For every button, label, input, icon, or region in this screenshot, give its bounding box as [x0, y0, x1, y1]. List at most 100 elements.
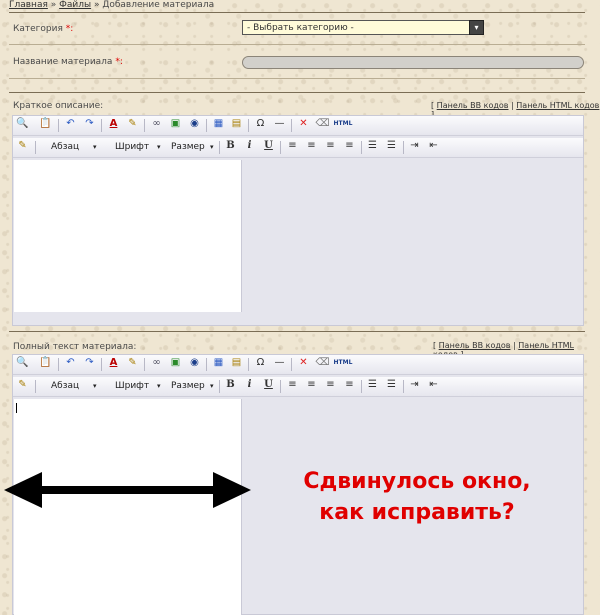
category-select[interactable]: - Выбрать категорию - [242, 20, 484, 35]
table-icon[interactable]: ▦ [211, 355, 226, 370]
title-label: Название материала *: [13, 57, 123, 67]
toolbar-separator [248, 358, 249, 371]
eraser-icon[interactable]: ⌫ [315, 355, 330, 370]
compass-icon[interactable]: ◉ [187, 116, 202, 131]
bulleted-list-icon[interactable]: ☰ [384, 138, 399, 153]
special-char-icon[interactable]: Ω [253, 116, 268, 131]
breadcrumb-files-link[interactable]: Файлы [59, 0, 91, 10]
underline-button[interactable]: U [261, 138, 276, 153]
undo-icon[interactable]: ↶ [63, 355, 78, 370]
italic-button[interactable]: i [242, 377, 257, 392]
arrow-head-left [4, 472, 42, 508]
title-input[interactable] [242, 56, 584, 69]
short-desc-label: Краткое описание: [13, 101, 104, 111]
eraser-icon[interactable]: ⌫ [315, 116, 330, 131]
align-center-icon[interactable]: ≡ [304, 377, 319, 392]
size-dropdown[interactable]: Размер ▾ [171, 380, 217, 393]
align-justify-icon[interactable]: ≡ [342, 377, 357, 392]
toolbar-separator [206, 119, 207, 132]
toolbar-separator [58, 119, 59, 132]
table-edit-icon[interactable]: ▤ [229, 116, 244, 131]
toolbar-separator [144, 119, 145, 132]
toolbar-separator [403, 141, 404, 154]
toolbar-separator [144, 358, 145, 371]
text-cursor [16, 403, 17, 413]
bulleted-list-icon[interactable]: ☰ [384, 377, 399, 392]
underline-button[interactable]: U [261, 377, 276, 392]
ordered-list-icon[interactable]: ☰ [365, 138, 380, 153]
annotation-text: Сдвинулось окно, как исправить? [303, 469, 531, 525]
table-edit-icon[interactable]: ▤ [229, 355, 244, 370]
link-icon[interactable]: ∞ [149, 116, 164, 131]
indent-icon[interactable]: ⇥ [407, 138, 422, 153]
divider [9, 78, 585, 79]
paste-icon[interactable]: 📋 [38, 116, 53, 131]
paste-word-icon[interactable]: ✎ [15, 138, 30, 153]
html-source-icon[interactable]: HTML [333, 116, 353, 131]
bold-button[interactable]: B [223, 377, 238, 392]
font-dropdown[interactable]: Шрифт ▾ [115, 380, 165, 393]
chevron-down-icon: ▾ [210, 143, 214, 151]
divider [9, 331, 585, 332]
align-center-icon[interactable]: ≡ [304, 138, 319, 153]
horizontal-rule-icon[interactable]: — [272, 116, 287, 131]
bold-button[interactable]: B [223, 138, 238, 153]
outdent-icon[interactable]: ⇤ [426, 377, 441, 392]
indent-icon[interactable]: ⇥ [407, 377, 422, 392]
remove-format-icon[interactable]: ✕ [296, 355, 311, 370]
align-justify-icon[interactable]: ≡ [342, 138, 357, 153]
toolbar-separator [403, 380, 404, 393]
redo-icon[interactable]: ↷ [82, 355, 97, 370]
highlight-icon[interactable]: ✎ [125, 355, 140, 370]
toolbar-separator [58, 358, 59, 371]
undo-icon[interactable]: ↶ [63, 116, 78, 131]
italic-button[interactable]: i [242, 138, 257, 153]
find-icon[interactable]: 🔍 [15, 355, 30, 370]
chevron-down-icon: ▾ [93, 382, 97, 390]
text-color-icon[interactable]: A [106, 116, 121, 131]
outdent-icon[interactable]: ⇤ [426, 138, 441, 153]
text-color-icon[interactable]: A [106, 355, 121, 370]
toolbar-separator [35, 380, 36, 393]
double-arrow-icon [4, 472, 251, 508]
bb-panel-link[interactable]: Панель BB кодов [437, 101, 509, 110]
align-left-icon[interactable]: ≡ [285, 377, 300, 392]
breadcrumb-home-link[interactable]: Главная [9, 0, 48, 10]
redo-icon[interactable]: ↷ [82, 116, 97, 131]
ordered-list-icon[interactable]: ☰ [365, 377, 380, 392]
highlight-icon[interactable]: ✎ [125, 116, 140, 131]
image-icon[interactable]: ▣ [168, 355, 183, 370]
bb-panel-link[interactable]: Панель BB кодов [439, 341, 511, 350]
category-label: Категория *: [13, 24, 74, 34]
toolbar-separator [101, 119, 102, 132]
image-icon[interactable]: ▣ [168, 116, 183, 131]
divider [9, 92, 585, 93]
html-panel-link[interactable]: Панель HTML кодов [516, 101, 599, 110]
breadcrumb: Главная » Файлы » Добавление материала [9, 0, 215, 10]
toolbar-separator [248, 119, 249, 132]
table-icon[interactable]: ▦ [211, 116, 226, 131]
remove-format-icon[interactable]: ✕ [296, 116, 311, 131]
align-left-icon[interactable]: ≡ [285, 138, 300, 153]
breadcrumb-current: Добавление материала [102, 0, 215, 10]
size-dropdown[interactable]: Размер ▾ [171, 141, 217, 154]
find-icon[interactable]: 🔍 [15, 116, 30, 131]
editor-toolbar-row1: 🔍 📋 ↶ ↷ A ✎ ∞ ▣ ◉ ▦ ▤ Ω — ✕ ⌫ HTML [13, 355, 583, 375]
paragraph-dropdown[interactable]: Абзац ▾ [51, 380, 101, 393]
font-dropdown[interactable]: Шрифт ▾ [115, 141, 165, 154]
compass-icon[interactable]: ◉ [187, 355, 202, 370]
html-source-icon[interactable]: HTML [333, 355, 353, 370]
paste-icon[interactable]: 📋 [38, 355, 53, 370]
align-right-icon[interactable]: ≡ [323, 377, 338, 392]
paragraph-dropdown[interactable]: Абзац ▾ [51, 141, 101, 154]
chevron-down-icon: ▾ [210, 382, 214, 390]
chevron-down-icon[interactable]: ▾ [469, 20, 484, 35]
editor-toolbar-row2: ✎ Абзац ▾ Шрифт ▾ Размер ▾ B i U ≡ ≡ ≡ ≡ ☰ … [13, 138, 583, 158]
paste-word-icon[interactable]: ✎ [15, 377, 30, 392]
horizontal-rule-icon[interactable]: — [272, 355, 287, 370]
link-icon[interactable]: ∞ [149, 355, 164, 370]
toolbar-separator [219, 141, 220, 154]
short-desc-textarea[interactable] [14, 160, 242, 312]
align-right-icon[interactable]: ≡ [323, 138, 338, 153]
special-char-icon[interactable]: Ω [253, 355, 268, 370]
